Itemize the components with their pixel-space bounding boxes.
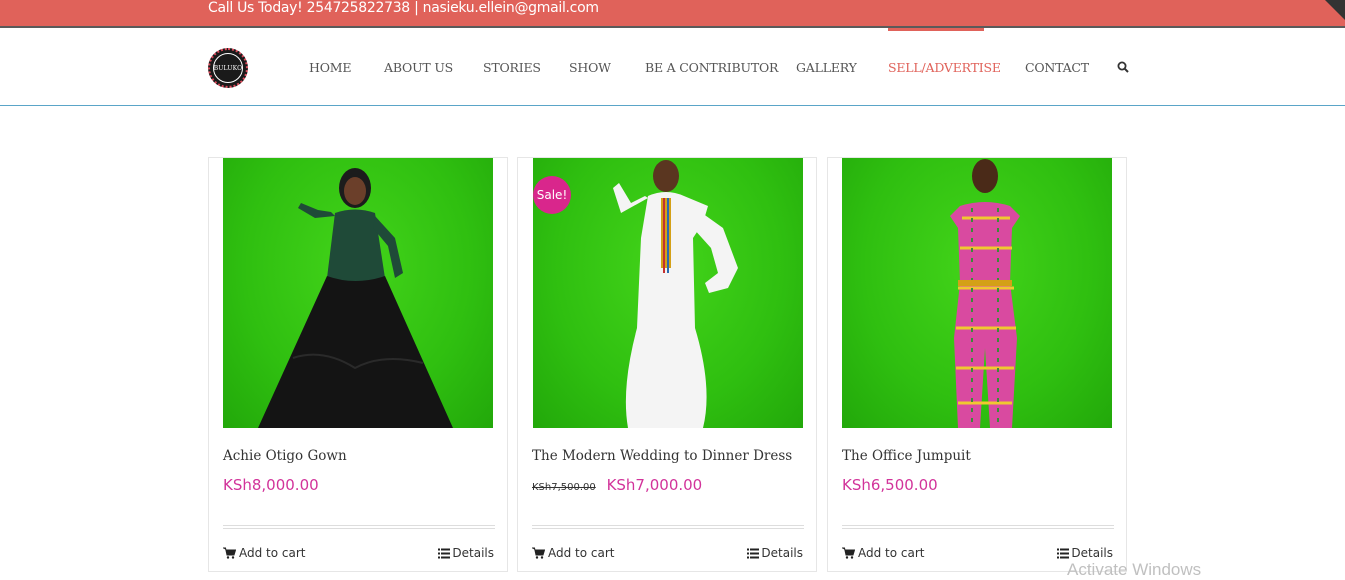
- details-label: Details: [761, 546, 803, 560]
- gown-figure: [258, 168, 453, 428]
- product-title[interactable]: Achie Otigo Gown: [223, 448, 347, 464]
- nav-stories[interactable]: STORIES: [483, 60, 541, 75]
- nav-show[interactable]: SHOW: [569, 60, 611, 75]
- details-label: Details: [1071, 546, 1113, 560]
- list-icon: [1057, 548, 1070, 558]
- current-price: KSh7,000.00: [606, 476, 703, 494]
- add-to-cart-button[interactable]: Add to cart: [532, 546, 615, 560]
- product-price: KSh6,500.00: [842, 476, 938, 494]
- divider: [532, 525, 804, 529]
- add-to-cart-button[interactable]: Add to cart: [842, 546, 925, 560]
- cart-icon: [532, 547, 545, 559]
- product-card: The Office Jumpuit KSh6,500.00 Add to ca…: [827, 157, 1127, 572]
- divider: [223, 525, 495, 529]
- nav-home[interactable]: HOME: [309, 60, 351, 75]
- product-price: KSh8,000.00: [223, 476, 319, 494]
- details-label: Details: [452, 546, 494, 560]
- current-price: KSh6,500.00: [842, 476, 938, 494]
- active-nav-indicator: [888, 28, 984, 31]
- product-title[interactable]: The Office Jumpuit: [842, 448, 971, 464]
- add-to-cart-label: Add to cart: [548, 546, 615, 560]
- jumpsuit-figure: [950, 159, 1020, 428]
- old-price: KSh7,500.00: [532, 482, 596, 493]
- add-to-cart-label: Add to cart: [858, 546, 925, 560]
- product-card: Achie Otigo Gown KSh8,000.00 Add to cart…: [208, 157, 508, 572]
- product-price: KSh7,500.00 KSh7,000.00: [532, 476, 702, 494]
- site-header: BULUKO HOME ABOUT US STORIES SHOW BE A C…: [0, 28, 1345, 106]
- add-to-cart-button[interactable]: Add to cart: [223, 546, 306, 560]
- corner-toggle[interactable]: [1325, 0, 1345, 20]
- details-button[interactable]: Details: [1057, 546, 1113, 560]
- nav-sell-advertise[interactable]: SELL/ADVERTISE: [888, 60, 1001, 75]
- current-price: KSh8,000.00: [223, 476, 319, 494]
- os-activation-watermark: Activate Windows: [1067, 560, 1202, 579]
- list-icon: [747, 548, 760, 558]
- nav-contact[interactable]: CONTACT: [1025, 60, 1089, 75]
- cart-icon: [223, 547, 236, 559]
- add-to-cart-label: Add to cart: [239, 546, 306, 560]
- top-contact-bar: Call Us Today! 254725822738 | nasieku.el…: [0, 0, 1345, 28]
- product-card: Sale! The Modern Wedding to Dinner Dress…: [517, 157, 817, 572]
- nav-about-us[interactable]: ABOUT US: [384, 60, 453, 75]
- sale-badge: Sale!: [533, 176, 571, 214]
- nav-be-a-contributor[interactable]: BE A CONTRIBUTOR: [645, 60, 778, 75]
- list-icon: [438, 548, 451, 558]
- nav-gallery[interactable]: GALLERY: [796, 60, 857, 75]
- search-icon[interactable]: [1117, 61, 1129, 73]
- contact-info: Call Us Today! 254725822738 | nasieku.el…: [208, 0, 599, 16]
- product-image[interactable]: [533, 158, 803, 428]
- product-image[interactable]: [223, 158, 493, 428]
- cart-icon: [842, 547, 855, 559]
- logo-text: BULUKO: [213, 53, 243, 83]
- details-button[interactable]: Details: [438, 546, 494, 560]
- divider: [842, 525, 1114, 529]
- details-button[interactable]: Details: [747, 546, 803, 560]
- dress-figure: [613, 160, 738, 428]
- site-logo[interactable]: BULUKO: [208, 48, 248, 88]
- product-image[interactable]: [842, 158, 1112, 428]
- product-title[interactable]: The Modern Wedding to Dinner Dress: [532, 448, 792, 464]
